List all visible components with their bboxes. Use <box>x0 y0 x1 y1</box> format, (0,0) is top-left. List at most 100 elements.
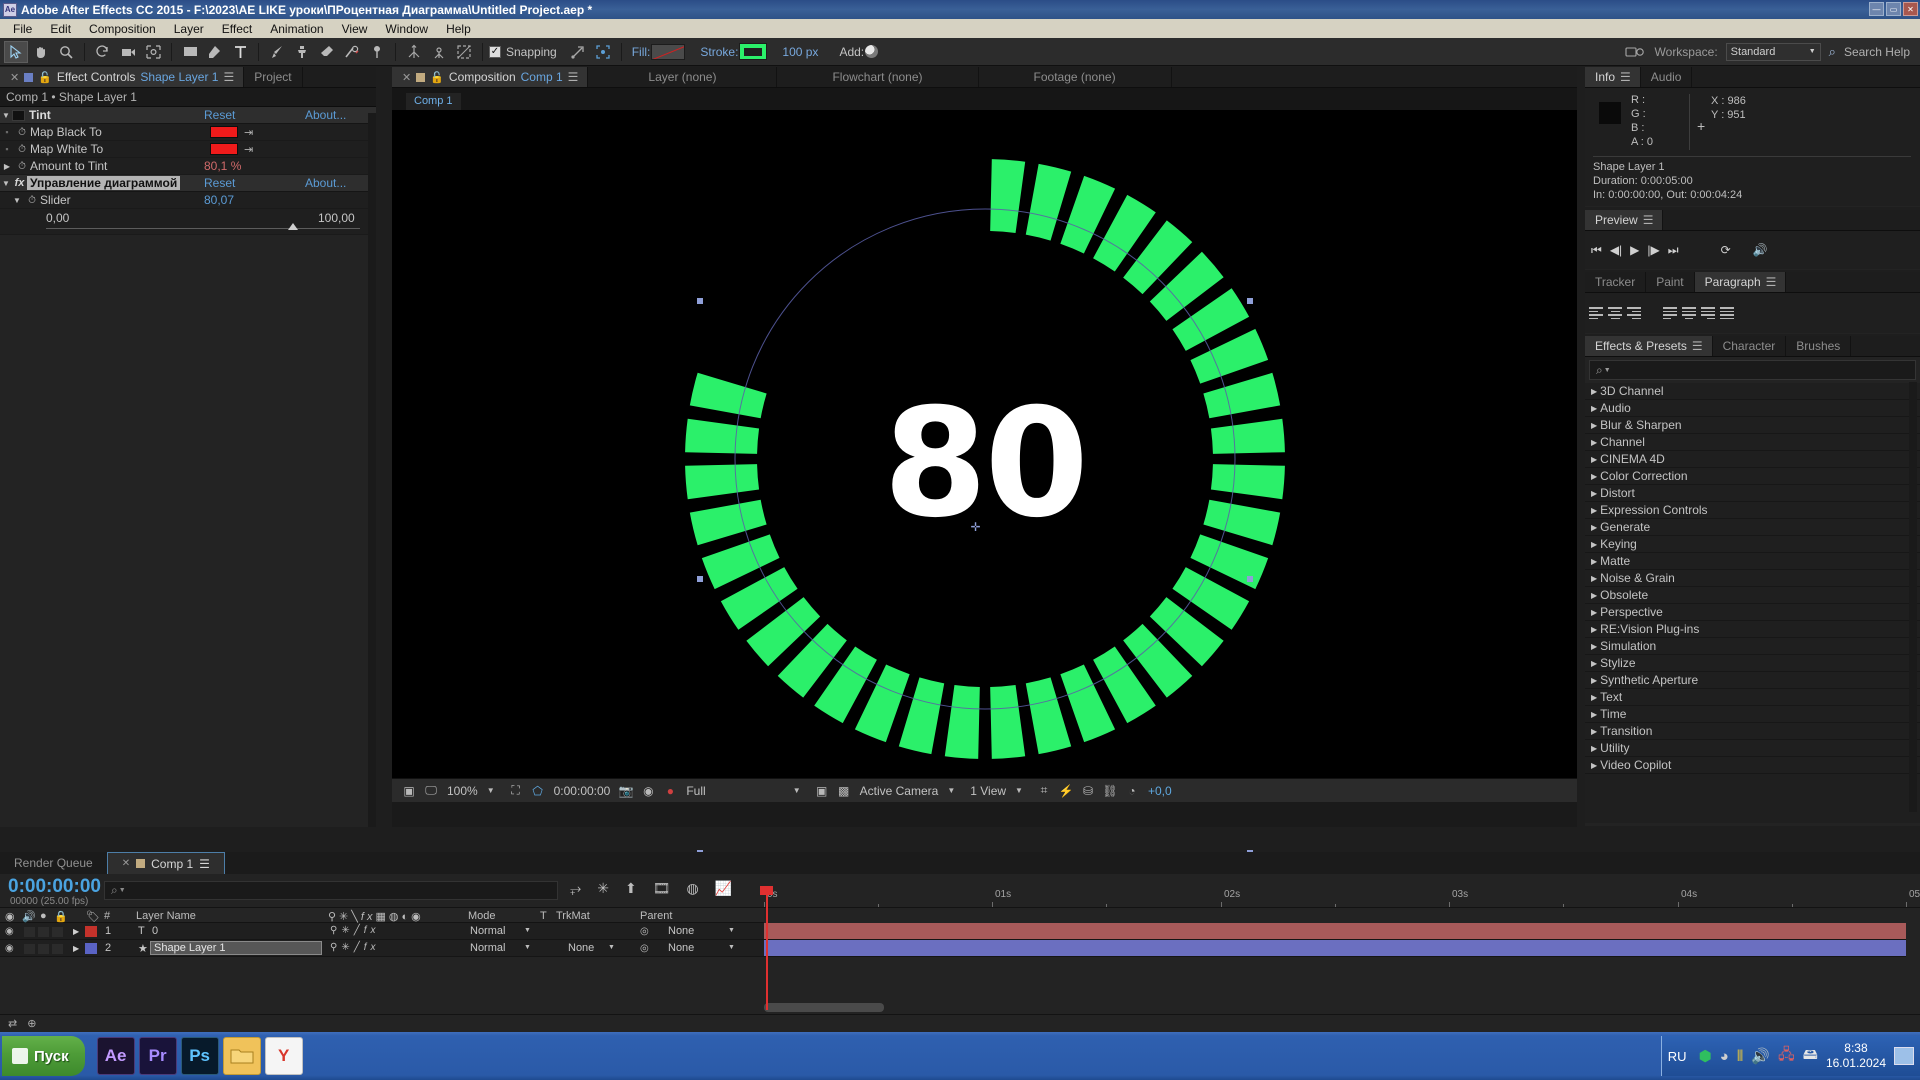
disclosure-triangle-icon[interactable]: ▶ <box>1591 693 1597 702</box>
stopwatch-icon[interactable]: ⏱ <box>14 161 30 172</box>
effects-category-item[interactable]: ▶ Simulation <box>1585 638 1920 655</box>
layer-solo-toggle[interactable] <box>38 927 49 937</box>
layer-label-color[interactable] <box>85 943 97 954</box>
layer-blend-mode[interactable]: Normal <box>470 942 505 954</box>
layer-visibility-icon[interactable]: ◉ <box>5 943 14 954</box>
timeline-search-input[interactable]: ⌕ ▼ <box>104 881 558 900</box>
chevron-down-icon[interactable]: ▼ <box>728 944 735 951</box>
audio-icon[interactable]: 🔊 <box>1753 243 1768 257</box>
snapping-checkbox[interactable]: ✓ <box>489 45 501 58</box>
layer-name[interactable]: 0 <box>152 925 158 937</box>
close-icon[interactable]: ✕ <box>122 858 130 869</box>
comp-flowchart-icon[interactable]: ⛓ <box>1101 784 1119 798</box>
column-header-t[interactable]: T <box>540 910 547 922</box>
enable-frame-blending-icon[interactable]: 🎞 <box>653 880 671 897</box>
taskbar-item-explorer[interactable] <box>222 1037 261 1075</box>
layer-name[interactable]: Shape Layer 1 <box>150 941 322 955</box>
camera-tool-icon[interactable] <box>116 41 140 63</box>
property-row-map-black-to[interactable]: ▪ ⏱ Map Black To ⇥ <box>0 124 376 141</box>
close-icon[interactable]: ✕ <box>10 71 19 84</box>
color-swatch-map-white-to[interactable] <box>210 143 238 155</box>
panel-menu-icon[interactable]: ☰ <box>1766 275 1777 289</box>
hide-shy-layers-icon[interactable]: ⬆ <box>625 880 637 897</box>
chevron-down-icon[interactable]: ▼ <box>1013 786 1031 795</box>
disclosure-triangle-icon[interactable]: ▶ <box>1591 642 1597 651</box>
stopwatch-icon[interactable]: ⏱ <box>14 144 30 155</box>
effects-category-item[interactable]: ▶ 3D Channel <box>1585 383 1920 400</box>
align-right-icon[interactable] <box>1627 306 1643 320</box>
timeline-horizontal-scrollbar[interactable] <box>764 1003 884 1012</box>
volume-icon[interactable]: 🔊 <box>1751 1047 1770 1065</box>
taskbar-item-premiere[interactable]: Pr <box>138 1037 177 1075</box>
timeline-ruler[interactable]: 0s01s02s03s04s05s <box>764 886 1920 908</box>
lock-icon[interactable]: 🔓 <box>430 71 444 84</box>
effects-category-item[interactable]: ▶ Matte <box>1585 553 1920 570</box>
effect-reset-tint[interactable]: Reset <box>204 108 235 122</box>
composition-breadcrumb-chip[interactable]: Comp 1 <box>406 93 461 110</box>
slider-control-row[interactable]: 0,00 100,00 <box>0 209 376 235</box>
justify-all-icon[interactable] <box>1720 306 1736 320</box>
tab-info[interactable]: Info ☰ <box>1585 67 1641 87</box>
effects-category-item[interactable]: ▶ Stylize <box>1585 655 1920 672</box>
effects-category-item[interactable]: ▶ Video Copilot <box>1585 757 1920 774</box>
selection-handle-top-left[interactable] <box>697 298 703 304</box>
effects-category-item[interactable]: ▶ Perspective <box>1585 604 1920 621</box>
timeline-layer-row[interactable]: ◉ ▶ 1 T 0 ⚲✳╱fx Normal ▼ ◎ None ▼ <box>0 923 764 940</box>
layer-blend-mode[interactable]: Normal <box>470 925 505 937</box>
disclosure-triangle-icon[interactable]: ▶ <box>1591 727 1597 736</box>
eyedropper-icon[interactable]: ⇥ <box>244 143 253 156</box>
align-anchor-2-icon[interactable] <box>427 41 451 63</box>
disclosure-triangle-icon[interactable]: ▶ <box>1591 744 1597 753</box>
current-time-indicator[interactable] <box>766 886 768 1010</box>
usb-eject-icon[interactable]: 🖴 <box>1803 1044 1818 1069</box>
slider-knob[interactable] <box>288 223 298 230</box>
justify-last-left-icon[interactable] <box>1663 306 1679 320</box>
tab-character[interactable]: Character <box>1712 336 1787 356</box>
disclosure-triangle-icon[interactable]: ▶ <box>73 927 79 936</box>
effects-category-item[interactable]: ▶ Time <box>1585 706 1920 723</box>
disclosure-triangle-icon[interactable]: ▶ <box>1591 591 1597 600</box>
effects-category-item[interactable]: ▶ Utility <box>1585 740 1920 757</box>
network-icon[interactable]: 🖧 <box>1778 1044 1795 1069</box>
effect-header-chart-control[interactable]: ▼ fx Управление диаграммой Reset About..… <box>0 175 376 192</box>
add-menu-icon[interactable] <box>865 45 879 58</box>
timeline-layer-duration-bar[interactable] <box>764 923 1906 940</box>
effects-category-item[interactable]: ▶ CINEMA 4D <box>1585 451 1920 468</box>
disclosure-triangle-icon[interactable]: ▶ <box>0 162 14 171</box>
effect-about-tint[interactable]: About... <box>305 108 346 122</box>
layer-audio-toggle[interactable] <box>24 927 35 937</box>
views-value[interactable]: 1 View <box>967 784 1009 798</box>
menu-edit[interactable]: Edit <box>41 20 80 38</box>
graph-editor-icon[interactable]: 📈 <box>715 880 732 897</box>
effect-header-tint[interactable]: ▼ Tint Reset About... <box>0 107 376 124</box>
close-icon[interactable]: ✕ <box>402 71 411 84</box>
roto-brush-tool-icon[interactable] <box>340 41 364 63</box>
tab-paint[interactable]: Paint <box>1646 272 1695 292</box>
tab-paragraph[interactable]: Paragraph ☰ <box>1694 272 1787 292</box>
chevron-down-icon[interactable]: ▼ <box>524 944 531 951</box>
eyedropper-icon[interactable]: ⇥ <box>244 126 253 139</box>
tab-preview[interactable]: Preview ☰ <box>1585 210 1664 230</box>
play-icon[interactable]: ▶ <box>1630 243 1639 257</box>
effects-category-list[interactable]: ▶ 3D Channel ▶ Audio ▶ Blur & Sharpen ▶ Channel… <box>1585 383 1920 823</box>
panel-menu-icon[interactable]: ☰ <box>223 70 234 84</box>
taskbar-item-yandex[interactable]: Y <box>264 1037 303 1075</box>
chevron-down-icon[interactable]: ▼ <box>728 927 735 934</box>
layer-audio-toggle[interactable] <box>24 944 35 954</box>
snapshot-icon[interactable]: 📷 <box>617 784 635 798</box>
column-header-mode[interactable]: Mode <box>468 910 496 922</box>
disclosure-triangle-icon[interactable]: ▶ <box>1591 659 1597 668</box>
menu-file[interactable]: File <box>4 20 41 38</box>
disclosure-triangle-icon[interactable]: ▶ <box>1591 676 1597 685</box>
tab-composition[interactable]: ✕ 🔓 Composition Comp 1 ☰ <box>392 67 589 87</box>
chevron-down-icon[interactable]: ▼ <box>485 786 503 795</box>
menu-composition[interactable]: Composition <box>80 20 165 38</box>
chevron-down-icon[interactable]: ▼ <box>608 944 615 951</box>
property-value-amount-to-tint[interactable]: 80,1 % <box>204 159 241 173</box>
disclosure-triangle-icon[interactable]: ▶ <box>1591 540 1597 549</box>
effects-category-item[interactable]: ▶ Audio <box>1585 400 1920 417</box>
mask-shape-icon[interactable]: ⬠ <box>529 784 547 798</box>
effects-category-item[interactable]: ▶ Keying <box>1585 536 1920 553</box>
resolution-value[interactable]: Full <box>683 784 708 798</box>
layer-switches[interactable]: ⚲✳╱fx <box>330 942 380 953</box>
